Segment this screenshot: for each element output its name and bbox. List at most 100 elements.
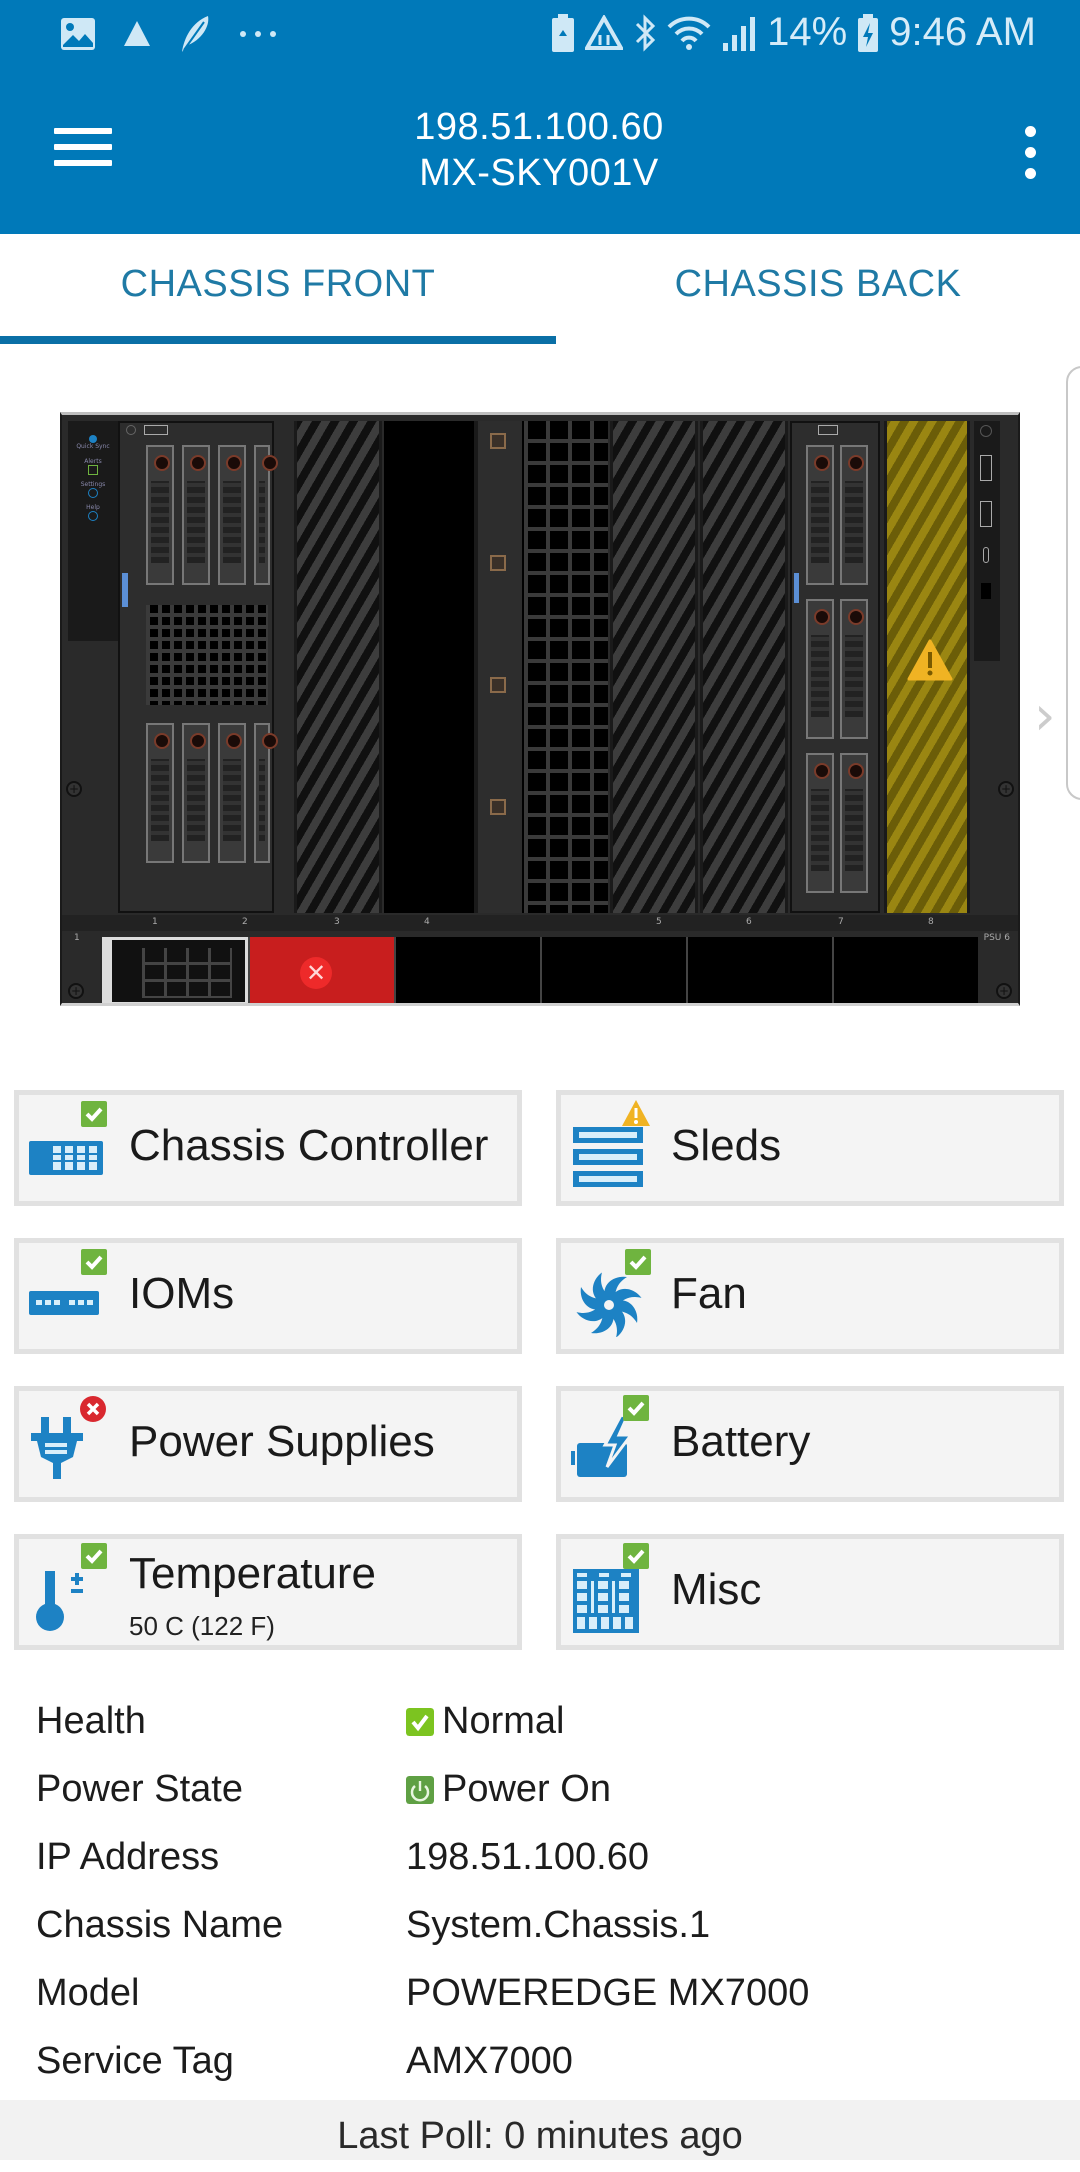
drive-bay <box>146 445 174 585</box>
overflow-menu-button[interactable] <box>1020 126 1040 182</box>
tile-misc[interactable]: Misc <box>556 1534 1064 1650</box>
warning-icon <box>907 639 953 681</box>
power-button-icon <box>980 425 992 437</box>
drive-bay <box>218 723 246 863</box>
active-tab-indicator <box>0 336 556 344</box>
tile-battery[interactable]: Battery <box>556 1386 1064 1502</box>
device-name: MX-SKY001V <box>419 152 659 194</box>
screw-icon: + <box>68 983 84 999</box>
drawer-latch-icon <box>490 433 506 449</box>
drive-bay <box>146 723 174 863</box>
tile-power-supplies[interactable]: Power Supplies <box>14 1386 522 1502</box>
drive-bay <box>806 599 834 739</box>
temperature-value: 50 C (122 F) <box>129 1611 275 1641</box>
sled-slot-6-blank[interactable] <box>700 421 788 913</box>
chassis-front-view[interactable]: Quick Sync Alerts Settings Help + + 1 2 … <box>60 412 1020 1006</box>
signal-icon <box>723 16 756 51</box>
status-bar: 14% 9:46 AM <box>0 0 1080 70</box>
tab-chassis-front[interactable]: CHASSIS FRONT <box>0 234 556 346</box>
storage-sled[interactable] <box>474 421 608 913</box>
sled-indicator <box>794 573 799 603</box>
psu-6-empty[interactable] <box>832 937 978 1003</box>
micro-usb-icon <box>983 547 989 563</box>
data-saver-icon <box>585 14 624 50</box>
alerts-ok-icon <box>88 465 98 475</box>
info-row-model: Model POWEREDGE MX7000 <box>36 1972 810 2014</box>
drive-bay <box>840 753 868 893</box>
status-ok-icon <box>623 1395 649 1421</box>
battery-saver-icon <box>552 13 575 52</box>
drive-bay <box>254 723 278 863</box>
status-ok-icon <box>81 1101 107 1127</box>
psu-row: 1 PSU 6 + ✕ + <box>62 931 1018 1003</box>
drive-bay <box>840 599 868 739</box>
drive-bay <box>840 445 868 585</box>
drive-bay <box>182 723 210 863</box>
drive-bay <box>806 753 834 893</box>
tab-chassis-back[interactable]: CHASSIS BACK <box>556 234 1080 346</box>
tile-ioms[interactable]: IOMs <box>14 1238 522 1354</box>
slot-label-bar: 1 2 3 4 5 6 7 8 <box>62 915 1018 931</box>
drive-bay <box>806 445 834 585</box>
power-on-icon <box>406 1775 434 1804</box>
last-poll-footer: Last Poll: 0 minutes ago <box>0 2100 1080 2160</box>
usb-port-icon <box>818 425 838 435</box>
bluetooth-icon <box>636 13 656 52</box>
vent-mesh <box>524 421 608 913</box>
drive-bay <box>254 445 278 585</box>
battery-percent: 14% <box>767 10 848 54</box>
tile-fan[interactable]: Fan <box>556 1238 1064 1354</box>
more-notifications-icon <box>240 31 276 37</box>
chevron-right-icon[interactable]: › <box>1034 684 1056 747</box>
sled-slot-7[interactable] <box>790 421 880 913</box>
usb-port-icon <box>980 501 992 527</box>
info-row-health: Health Normal <box>36 1700 565 1742</box>
psu-2-error[interactable]: ✕ <box>248 937 394 1003</box>
chassis-info: Health Normal Power State Power On IP Ad… <box>36 1694 1056 2102</box>
quick-sync-icon <box>89 435 97 443</box>
sled-slot-4-empty[interactable] <box>384 421 474 913</box>
status-warning-icon <box>622 1100 650 1126</box>
sled-indicator <box>122 573 128 607</box>
wifi-icon <box>667 16 711 50</box>
sled-slot-3-blank[interactable] <box>294 421 382 913</box>
drive-bay <box>182 445 210 585</box>
feather-icon <box>182 16 209 52</box>
clock: 9:46 AM <box>889 10 1036 54</box>
psu-1[interactable] <box>102 937 248 1003</box>
screw-icon: + <box>996 983 1012 999</box>
drawer-latch-icon <box>490 799 506 815</box>
error-icon: ✕ <box>300 957 332 989</box>
status-error-icon <box>80 1396 106 1422</box>
tile-sleds[interactable]: Sleds <box>556 1090 1064 1206</box>
drawer-latch-icon <box>490 555 506 571</box>
psu-3-empty[interactable] <box>394 937 540 1003</box>
quick-sync-panel: Quick Sync Alerts Settings Help <box>68 421 118 641</box>
vent-mesh <box>146 605 268 705</box>
tile-temperature[interactable]: Temperature 50 C (122 F) <box>14 1534 522 1650</box>
status-ok-icon <box>625 1249 651 1275</box>
info-row-service-tag: Service Tag AMX7000 <box>36 2040 573 2082</box>
battery-charging-icon <box>858 13 879 52</box>
more-vert-icon <box>1024 126 1036 137</box>
drive-bay <box>218 445 246 585</box>
right-control-panel <box>974 421 1000 661</box>
info-row-chassis-name: Chassis Name System.Chassis.1 <box>36 1904 711 1946</box>
info-row-power-state: Power State Power On <box>36 1768 611 1810</box>
psu-4-empty[interactable] <box>540 937 686 1003</box>
app-bar: 198.51.100.60 MX-SKY001V <box>0 70 1080 234</box>
sled-slot-5-blank[interactable] <box>610 421 698 913</box>
gallery-icon <box>61 18 95 50</box>
usb-port-icon <box>144 425 168 435</box>
page-title: 198.51.100.60 MX-SKY001V <box>0 104 1080 196</box>
psu-5-empty[interactable] <box>686 937 832 1003</box>
next-view-frame <box>1066 366 1080 800</box>
tile-chassis-controller[interactable]: Chassis Controller <box>14 1090 522 1206</box>
sled-slot-8-warning[interactable] <box>884 421 970 913</box>
health-ok-icon <box>406 1707 434 1736</box>
status-ok-icon <box>81 1543 107 1569</box>
screw-icon: + <box>998 781 1014 797</box>
settings-icon <box>88 488 98 498</box>
usb-port-icon <box>980 455 992 481</box>
sled-slot-1-2[interactable] <box>118 421 278 913</box>
